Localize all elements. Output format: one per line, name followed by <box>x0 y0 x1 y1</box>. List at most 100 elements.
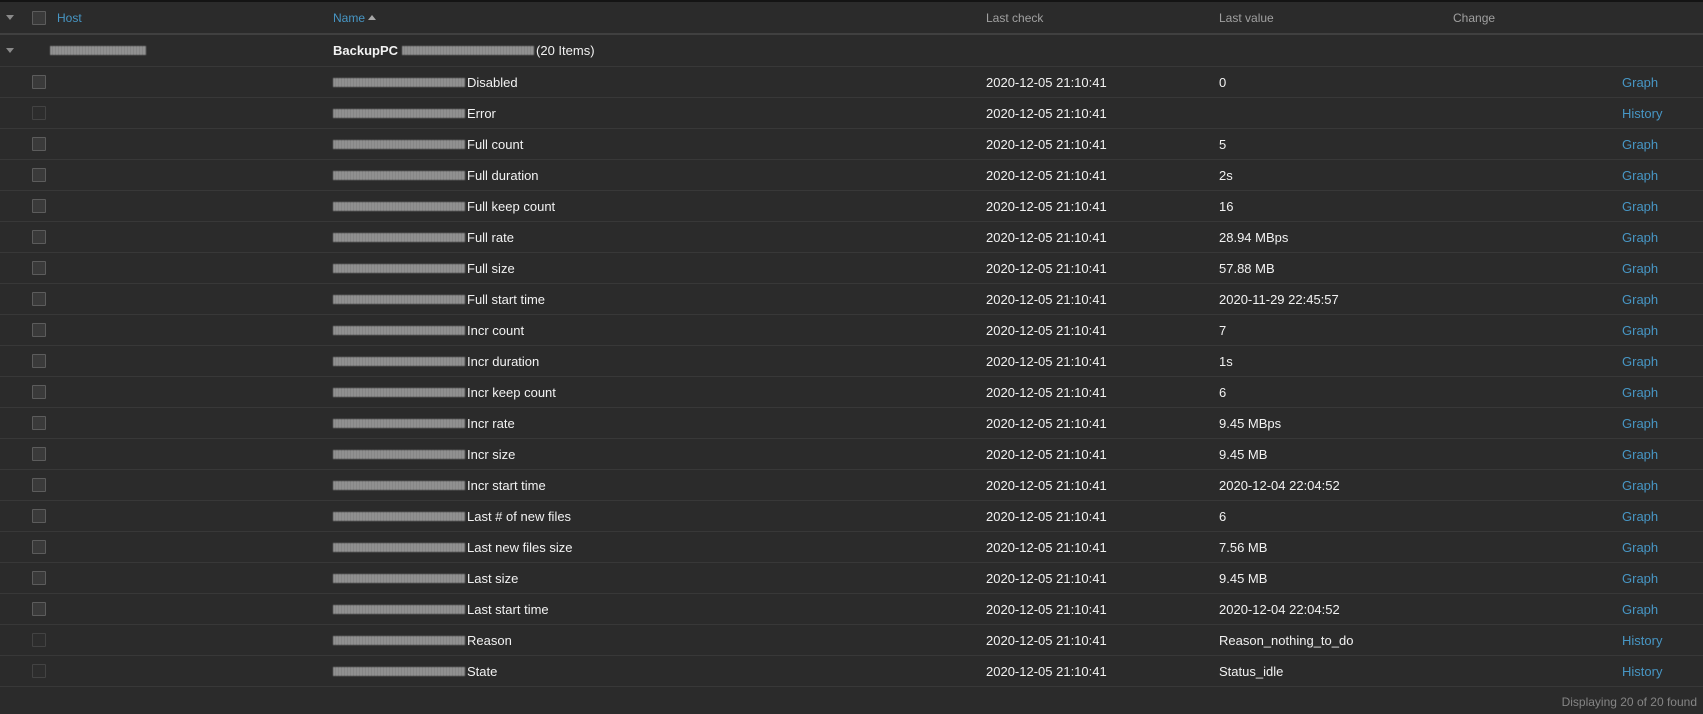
graph-link[interactable]: Graph <box>1622 168 1658 183</box>
table-header: Host Name Last check Last value Change <box>0 2 1703 35</box>
row-checkbox[interactable] <box>32 323 46 337</box>
row-checkbox[interactable] <box>32 478 46 492</box>
graph-link[interactable]: Graph <box>1622 416 1658 431</box>
redacted-item-prefix <box>333 666 465 676</box>
graph-link[interactable]: Graph <box>1622 230 1658 245</box>
item-last-check: 2020-12-05 21:10:41 <box>986 539 1107 555</box>
redacted-item-prefix <box>333 325 465 335</box>
graph-link[interactable]: Graph <box>1622 354 1658 369</box>
graph-link[interactable]: Graph <box>1622 292 1658 307</box>
item-last-check: 2020-12-05 21:10:41 <box>986 291 1107 307</box>
history-link[interactable]: History <box>1622 633 1662 648</box>
table-row: Reason 2020-12-05 21:10:41 Reason_nothin… <box>0 625 1703 656</box>
results-summary: Displaying 20 of 20 found <box>1561 695 1697 709</box>
item-last-check: 2020-12-05 21:10:41 <box>986 477 1107 493</box>
row-checkbox[interactable] <box>32 633 46 647</box>
item-last-check: 2020-12-05 21:10:41 <box>986 570 1107 586</box>
history-link[interactable]: History <box>1622 664 1662 679</box>
redacted-item-prefix <box>333 139 465 149</box>
row-checkbox[interactable] <box>32 385 46 399</box>
graph-link[interactable]: Graph <box>1622 540 1658 555</box>
row-checkbox[interactable] <box>32 261 46 275</box>
last-check-header-label: Last check <box>986 10 1044 25</box>
table-row: Incr rate 2020-12-05 21:10:41 9.45 MBps … <box>0 408 1703 439</box>
group-toggle[interactable] <box>6 35 22 66</box>
redacted-application-detail <box>402 46 535 55</box>
name-header-label[interactable]: Name <box>333 11 365 25</box>
item-name: Full count <box>467 136 524 152</box>
item-name: Incr count <box>467 322 525 338</box>
item-last-check: 2020-12-05 21:10:41 <box>986 601 1107 617</box>
row-checkbox[interactable] <box>32 106 46 120</box>
item-name: Last # of new files <box>467 508 572 524</box>
table-row: Incr duration 2020-12-05 21:10:41 1s Gra… <box>0 346 1703 377</box>
row-checkbox[interactable] <box>32 354 46 368</box>
item-last-check: 2020-12-05 21:10:41 <box>986 353 1107 369</box>
item-name: Reason <box>467 632 512 648</box>
redacted-item-prefix <box>333 573 465 583</box>
graph-link[interactable]: Graph <box>1622 602 1658 617</box>
graph-link[interactable]: Graph <box>1622 261 1658 276</box>
graph-link[interactable]: Graph <box>1622 199 1658 214</box>
column-header-name[interactable]: Name <box>333 2 973 33</box>
column-header-host[interactable]: Host <box>57 2 327 33</box>
redacted-host-name <box>50 46 146 55</box>
row-checkbox[interactable] <box>32 75 46 89</box>
table-row: Incr count 2020-12-05 21:10:41 7 Graph <box>0 315 1703 346</box>
history-link[interactable]: History <box>1622 106 1662 121</box>
item-last-value: 6 <box>1219 384 1227 400</box>
graph-link[interactable]: Graph <box>1622 447 1658 462</box>
graph-link[interactable]: Graph <box>1622 385 1658 400</box>
row-checkbox[interactable] <box>32 199 46 213</box>
item-name: State <box>467 663 498 679</box>
item-last-check: 2020-12-05 21:10:41 <box>986 229 1107 245</box>
row-checkbox[interactable] <box>32 137 46 151</box>
row-checkbox[interactable] <box>32 168 46 182</box>
row-checkbox[interactable] <box>32 571 46 585</box>
item-last-value: 2020-12-04 22:04:52 <box>1219 601 1340 617</box>
row-checkbox[interactable] <box>32 509 46 523</box>
row-checkbox[interactable] <box>32 447 46 461</box>
redacted-item-prefix <box>333 449 465 459</box>
row-checkbox[interactable] <box>32 664 46 678</box>
item-last-value: 7.56 MB <box>1219 539 1268 555</box>
item-last-check: 2020-12-05 21:10:41 <box>986 415 1107 431</box>
row-checkbox[interactable] <box>32 292 46 306</box>
table-row: Disabled 2020-12-05 21:10:41 0 Graph <box>0 67 1703 98</box>
table-row: Last start time 2020-12-05 21:10:41 2020… <box>0 594 1703 625</box>
graph-link[interactable]: Graph <box>1622 478 1658 493</box>
item-name: Last start time <box>467 601 549 617</box>
graph-link[interactable]: Graph <box>1622 137 1658 152</box>
collapse-all-toggle[interactable] <box>6 2 22 33</box>
change-header-label: Change <box>1453 10 1496 25</box>
item-name: Full duration <box>467 167 539 183</box>
graph-link[interactable]: Graph <box>1622 509 1658 524</box>
item-last-value: 2s <box>1219 167 1233 183</box>
item-last-value: 7 <box>1219 322 1227 338</box>
graph-link[interactable]: Graph <box>1622 75 1658 90</box>
row-checkbox[interactable] <box>32 540 46 554</box>
column-header-change: Change <box>1453 2 1613 33</box>
table-row: Full keep count 2020-12-05 21:10:41 16 G… <box>0 191 1703 222</box>
host-header-label[interactable]: Host <box>57 11 82 25</box>
select-all-checkbox-cell[interactable] <box>32 2 48 33</box>
row-checkbox[interactable] <box>32 416 46 430</box>
row-checkbox[interactable] <box>32 602 46 616</box>
row-checkbox[interactable] <box>32 230 46 244</box>
item-last-value: 9.45 MB <box>1219 446 1268 462</box>
column-header-last-value: Last value <box>1219 2 1449 33</box>
item-last-value: 28.94 MBps <box>1219 229 1289 245</box>
graph-link[interactable]: Graph <box>1622 571 1658 586</box>
item-name: Full size <box>467 260 515 276</box>
redacted-item-prefix <box>333 356 465 366</box>
table-row: Last # of new files 2020-12-05 21:10:41 … <box>0 501 1703 532</box>
application-name: BackupPC <box>333 43 399 58</box>
redacted-item-prefix <box>333 635 465 645</box>
item-last-check: 2020-12-05 21:10:41 <box>986 167 1107 183</box>
item-last-value: 9.45 MB <box>1219 570 1268 586</box>
table-row: Full count 2020-12-05 21:10:41 5 Graph <box>0 129 1703 160</box>
select-all-checkbox[interactable] <box>32 10 46 25</box>
graph-link[interactable]: Graph <box>1622 323 1658 338</box>
table-row: Full rate 2020-12-05 21:10:41 28.94 MBps… <box>0 222 1703 253</box>
group-name: BackupPC (20 Items) <box>333 35 973 66</box>
